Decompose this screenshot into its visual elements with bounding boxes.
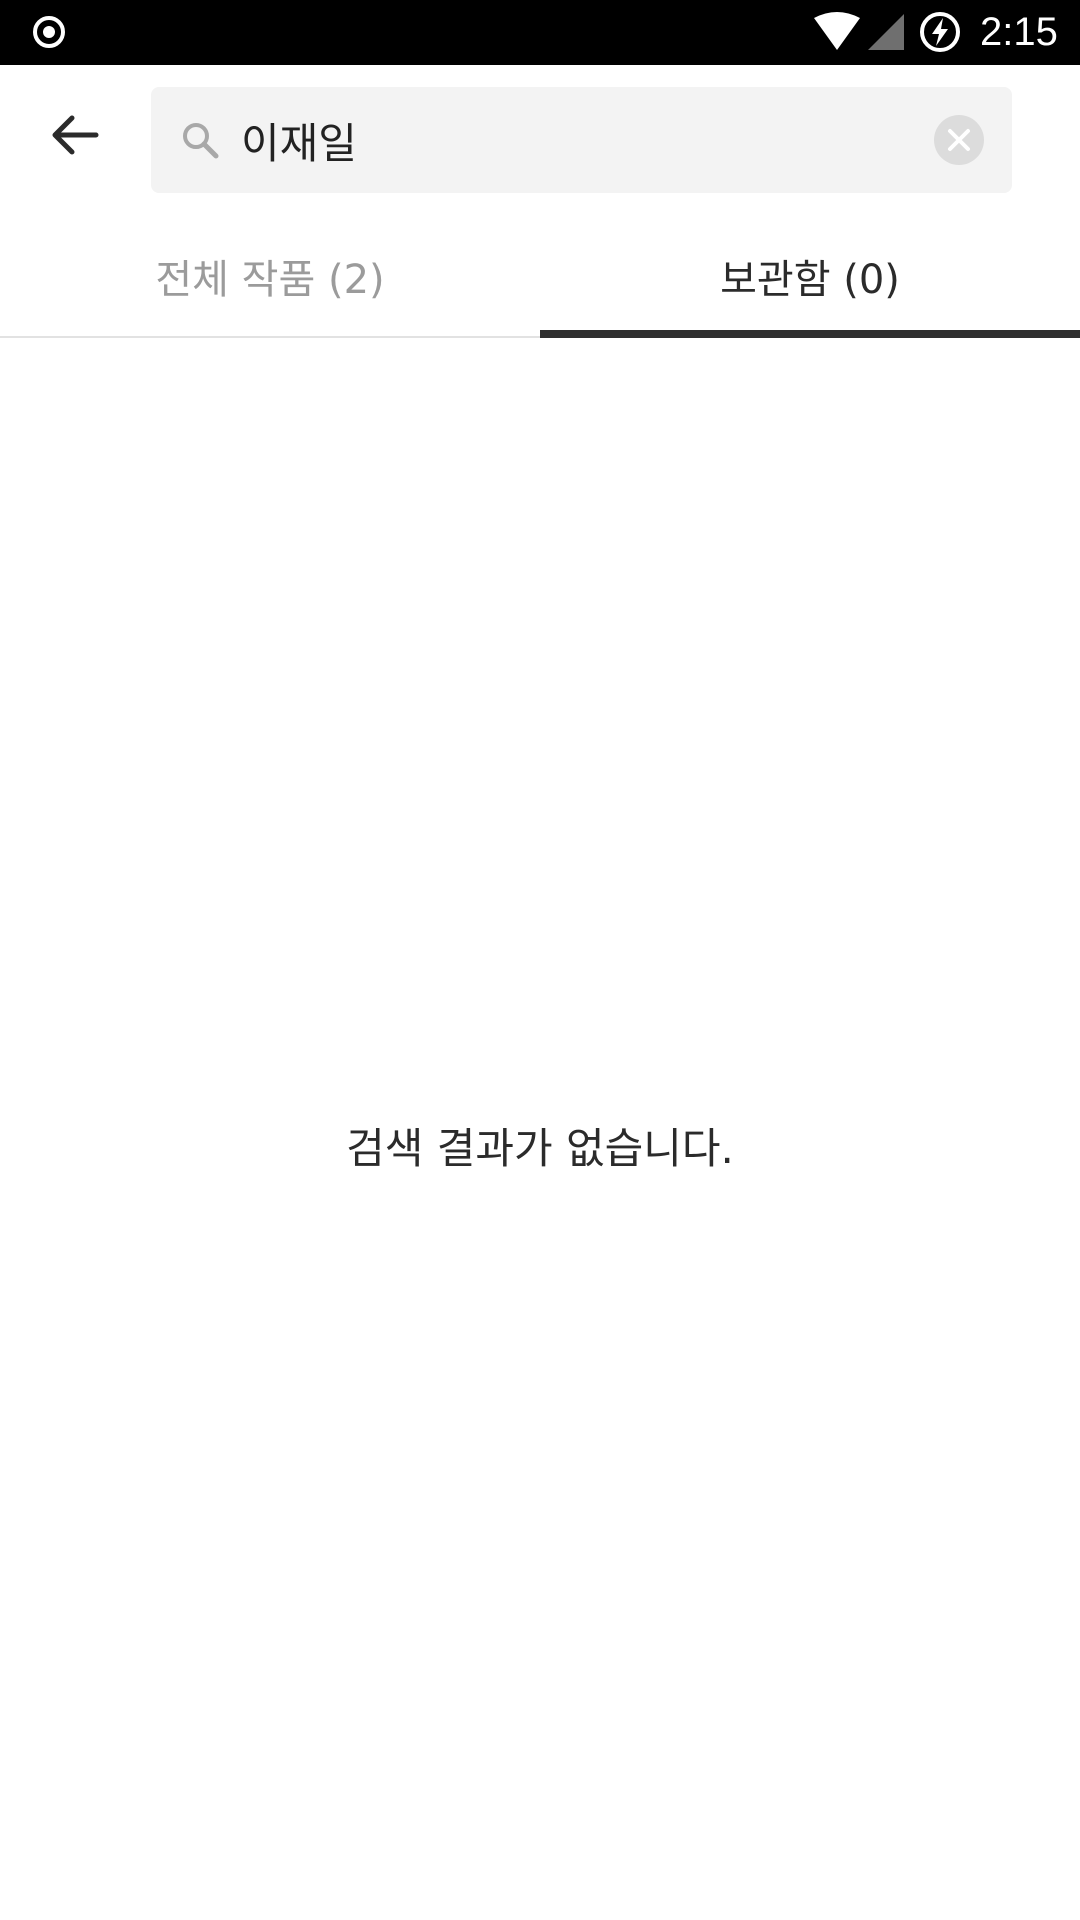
tab-all-works[interactable]: 전체 작품 (2)	[0, 215, 540, 336]
clear-search-button[interactable]	[934, 115, 984, 165]
active-tab-indicator	[540, 330, 1080, 338]
close-icon	[948, 129, 970, 151]
tab-library[interactable]: 보관함 (0)	[540, 215, 1080, 338]
search-icon	[183, 123, 219, 159]
app-header	[0, 65, 1080, 215]
cell-signal-icon	[868, 14, 904, 50]
status-time: 2:15	[980, 10, 1058, 54]
wifi-icon	[814, 12, 860, 50]
record-icon	[33, 16, 65, 48]
back-button[interactable]	[40, 105, 110, 165]
empty-results-message: 검색 결과가 없습니다.	[346, 1124, 734, 1173]
battery-charging-icon	[920, 12, 960, 52]
search-input[interactable]	[241, 105, 861, 175]
tab-label: 전체 작품 (2)	[155, 256, 385, 303]
tab-label: 보관함 (0)	[720, 256, 900, 303]
search-box[interactable]	[151, 87, 1012, 193]
status-bar: 2:15	[0, 0, 1080, 65]
arrow-left-icon	[52, 115, 99, 155]
tab-bar: 전체 작품 (2) 보관함 (0)	[0, 215, 1080, 338]
